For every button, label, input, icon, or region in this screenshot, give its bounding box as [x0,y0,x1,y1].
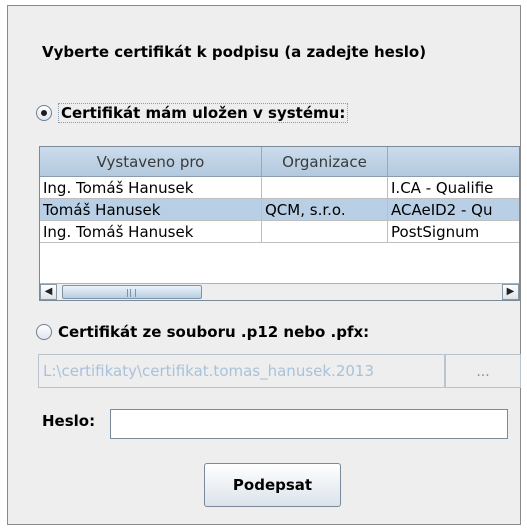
scrollbar-thumb[interactable] [62,285,202,299]
cell-issuer: I.CA - Qualifie [388,177,519,199]
cell-organization: QCM, s.r.o. [262,199,388,221]
arrow-left-icon[interactable]: ◀ [40,284,57,300]
arrow-right-icon[interactable]: ▶ [502,284,519,300]
certificate-table[interactable]: Vystaveno pro Organizace Ing. Tomáš Hanu… [39,146,520,301]
column-header-issuer[interactable] [388,147,519,177]
radio-button-icon[interactable] [36,324,52,340]
radio-button-selected-icon[interactable] [36,105,52,121]
table-row[interactable]: Ing. Tomáš Hanusek PostSignum [40,221,519,243]
signing-dialog: Vyberte certifikát k podpisu (a zadejte … [7,5,521,525]
dialog-heading: Vyberte certifikát k podpisu (a zadejte … [42,43,427,61]
option-file-label: Certifikát ze souboru .p12 nebo .pfx: [58,323,370,341]
column-header-organization[interactable]: Organizace [262,147,388,177]
password-label: Heslo: [42,412,96,430]
password-input[interactable] [110,409,508,439]
cell-organization [262,221,388,243]
browse-button[interactable]: ... [445,354,521,388]
cell-issued-to: Ing. Tomáš Hanusek [40,221,262,243]
option-system-certificate[interactable]: Certifikát mám uložen v systému: [36,103,349,123]
cell-issuer: PostSignum [388,221,519,243]
cell-issued-to: Ing. Tomáš Hanusek [40,177,262,199]
certificate-file-path-input[interactable]: L:\certifikaty\certifikat.tomas_hanusek.… [38,354,445,388]
sign-button[interactable]: Podepsat [204,463,341,507]
column-header-issued-to[interactable]: Vystaveno pro [40,147,262,177]
grip-icon [127,289,136,297]
option-file-certificate[interactable]: Certifikát ze souboru .p12 nebo .pfx: [36,323,369,341]
horizontal-scrollbar[interactable]: ◀ ▶ [40,283,519,300]
cell-issuer: ACAeID2 - Qu [388,199,519,221]
cell-issued-to: Tomáš Hanusek [40,199,262,221]
table-header: Vystaveno pro Organizace [40,147,519,177]
table-row[interactable]: Ing. Tomáš Hanusek I.CA - Qualifie [40,177,519,199]
option-system-label: Certifikát mám uložen v systému: [58,103,349,123]
cell-organization [262,177,388,199]
table-row-selected[interactable]: Tomáš Hanusek QCM, s.r.o. ACAeID2 - Qu [40,199,519,221]
